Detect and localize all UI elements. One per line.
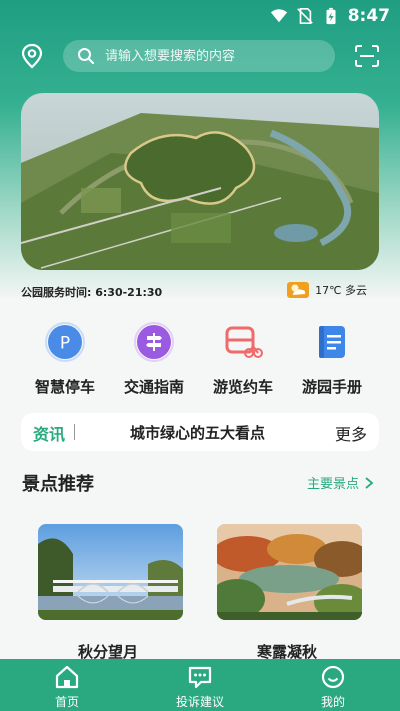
wifi-icon	[270, 9, 287, 23]
bottom-nav: 首页 投诉建议 我的	[0, 659, 400, 711]
home-icon	[55, 665, 79, 689]
no-sim-icon	[296, 7, 313, 25]
svg-text:P: P	[60, 334, 70, 354]
quick-label: 游园手册	[301, 378, 362, 396]
main-spots-label: 主要景点	[307, 477, 360, 492]
quick-handbook[interactable]: 游园手册	[287, 322, 377, 397]
news-more-link[interactable]: 更多	[335, 421, 367, 445]
tour-vehicle-icon	[225, 326, 263, 358]
quick-label: 游览约车	[212, 378, 273, 396]
quick-label: 智慧停车	[34, 378, 95, 396]
spot-card-image[interactable]	[38, 524, 183, 620]
section-title: 景点推荐	[22, 474, 94, 495]
search-bar[interactable]	[63, 40, 335, 72]
news-bar[interactable]: 资讯 城市绿心的五大看点 更多	[21, 413, 379, 451]
quick-tour-vehicle[interactable]: 游览约车	[198, 322, 288, 397]
status-time: 8:47	[347, 6, 390, 26]
hours-value: 6:30-21:30	[95, 286, 163, 299]
weather: 17℃ 多云	[287, 282, 367, 298]
nav-label: 投诉建议	[175, 695, 224, 709]
park-hours: 公园服务时间: 6:30-21:30	[21, 284, 162, 300]
nav-label: 首页	[54, 695, 79, 709]
parking-icon: P	[45, 322, 85, 362]
main-spots-link[interactable]: 主要景点	[307, 473, 374, 492]
search-input[interactable]	[105, 48, 315, 64]
news-tag: 资讯	[33, 425, 66, 444]
top-bar	[0, 38, 400, 74]
search-icon	[78, 48, 95, 65]
park-info-row: 公园服务时间: 6:30-21:30 17℃ 多云	[21, 282, 379, 302]
nav-profile[interactable]: 我的	[306, 659, 360, 711]
quick-actions: P 智慧停车 交通指南 游览约车 游园手册	[0, 322, 400, 398]
quick-label: 交通指南	[123, 378, 184, 396]
nav-complaints[interactable]: 投诉建议	[168, 659, 232, 711]
nav-label: 我的	[320, 695, 345, 709]
news-headline[interactable]: 城市绿心的五大看点	[130, 422, 265, 443]
status-bar: 8:47	[0, 0, 400, 32]
nav-home[interactable]: 首页	[40, 659, 94, 711]
chevron-right-icon	[365, 476, 374, 489]
chat-bubble-icon	[188, 666, 212, 689]
quick-traffic-guide[interactable]: 交通指南	[109, 322, 199, 397]
battery-icon	[326, 7, 336, 25]
spot-card-image[interactable]	[217, 524, 362, 620]
hours-label: 公园服务时间:	[21, 286, 92, 299]
handbook-icon	[319, 326, 345, 358]
signpost-icon	[134, 322, 174, 362]
news-divider	[74, 424, 75, 440]
smile-icon	[321, 665, 345, 689]
banner-image[interactable]	[21, 93, 379, 270]
weather-text: 17℃ 多云	[315, 284, 367, 297]
location-pin-icon[interactable]	[18, 42, 46, 70]
partly-cloudy-icon	[287, 282, 310, 298]
quick-parking[interactable]: P 智慧停车	[20, 322, 110, 397]
scan-icon[interactable]	[354, 44, 380, 68]
